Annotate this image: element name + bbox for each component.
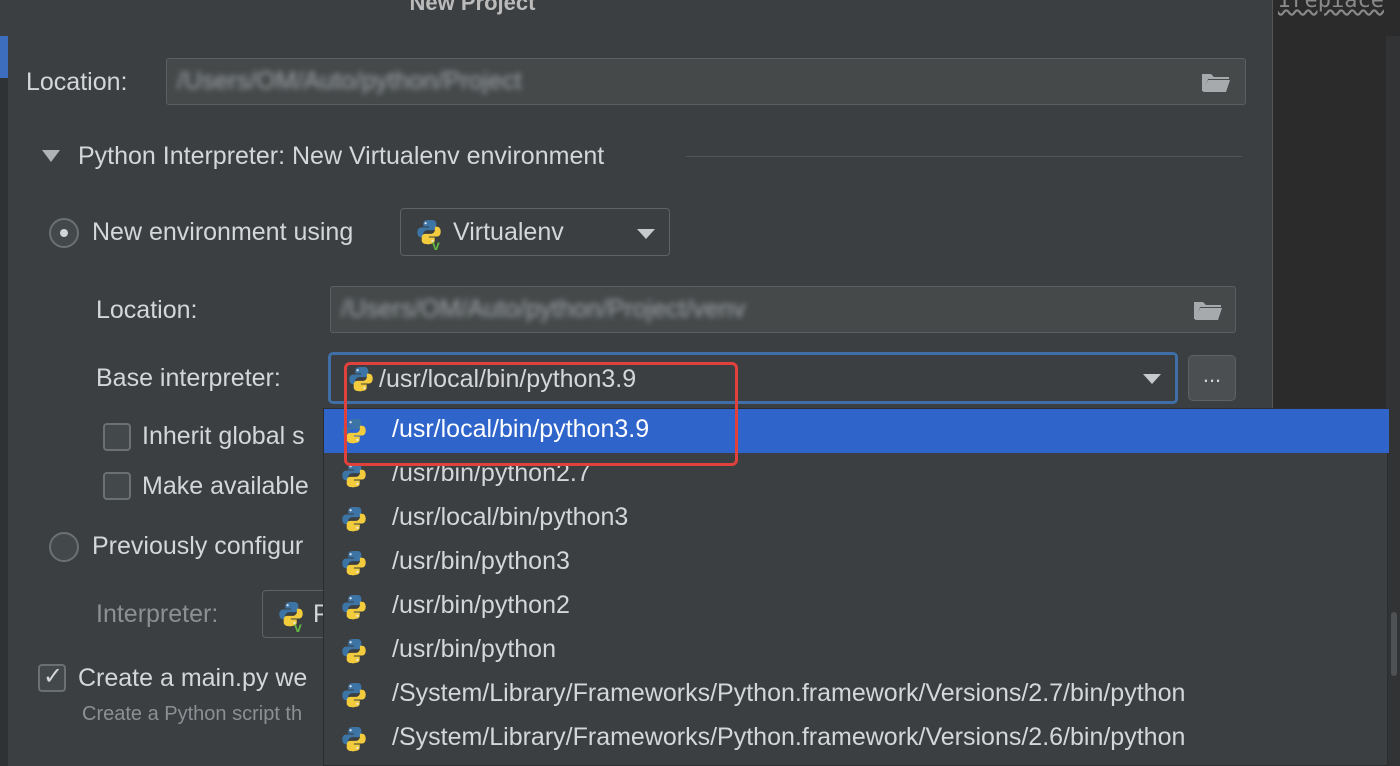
create-main-checkbox[interactable]	[38, 662, 66, 692]
dropdown-item[interactable]: /usr/local/bin/python3	[324, 497, 1389, 541]
dropdown-item-label: /usr/bin/python	[392, 635, 556, 663]
interpreter-label: Interpreter:	[96, 600, 219, 628]
new-environment-label: New environment using	[92, 218, 354, 246]
collapse-triangle-icon[interactable]	[42, 150, 60, 162]
python-icon	[340, 593, 368, 621]
virtualenv-badge-icon: v	[432, 237, 440, 253]
browse-interpreter-button[interactable]: ...	[1188, 355, 1236, 401]
venv-location-label: Location:	[96, 296, 198, 324]
folder-icon[interactable]	[1193, 299, 1223, 321]
dropdown-item-label: /usr/bin/python3	[392, 547, 570, 575]
folder-icon[interactable]	[1201, 71, 1231, 93]
dropdown-item[interactable]: /System/Library/Frameworks/Python.framew…	[324, 717, 1389, 761]
python-icon	[340, 505, 368, 533]
previously-configured-radio[interactable]	[49, 532, 79, 562]
dropdown-item-label: /System/Library/Frameworks/Python.framew…	[392, 723, 1186, 751]
project-location-field[interactable]: /Users/OM/Auto/python/Project	[166, 58, 1246, 105]
python-icon	[340, 681, 368, 709]
venv-location-field[interactable]: /Users/OM/Auto/python/Project/venv	[330, 286, 1236, 333]
create-main-hint: Create a Python script th	[82, 703, 303, 725]
python-icon	[340, 549, 368, 577]
chevron-down-icon	[1143, 374, 1161, 384]
dropdown-item-label: /System/Library/Frameworks/Python.framew…	[392, 679, 1186, 707]
dropdown-item-label: /usr/local/bin/python3	[392, 503, 629, 531]
make-available-checkbox[interactable]	[103, 472, 131, 500]
venv-location-value: /Users/OM/Auto/python/Project/venv	[341, 295, 746, 323]
selected-project-type-indicator	[0, 36, 8, 78]
dropdown-item[interactable]: /usr/bin/python2	[324, 585, 1389, 629]
base-interpreter-label: Base interpreter:	[96, 364, 281, 392]
python-icon	[340, 725, 368, 753]
editor-scroll-thumb[interactable]	[1391, 612, 1397, 676]
annotation-highlight-box	[344, 362, 738, 466]
section-divider	[686, 156, 1242, 157]
dropdown-item[interactable]: /usr/bin/python3	[324, 541, 1389, 585]
interpreter-section-title[interactable]: Python Interpreter: New Virtualenv envir…	[78, 142, 604, 171]
location-label: Location:	[26, 68, 128, 96]
previously-configured-label: Previously configur	[92, 532, 304, 560]
inherit-global-label: Inherit global s	[142, 422, 305, 450]
dropdown-item[interactable]: /System/Library/Frameworks/Python.framew…	[324, 673, 1389, 717]
make-available-label: Make available	[142, 472, 309, 500]
chevron-down-icon	[637, 229, 655, 239]
dialog-title: New Project	[409, 0, 536, 15]
virtualenv-badge-icon: v	[294, 619, 302, 635]
editor-code-text: Irepiace	[1278, 0, 1384, 13]
environment-tool-value: Virtualenv	[453, 218, 564, 246]
create-main-label: Create a main.py we	[78, 664, 308, 692]
dropdown-item[interactable]: /usr/bin/python	[324, 629, 1389, 673]
python-icon	[340, 637, 368, 665]
inherit-global-checkbox[interactable]	[103, 423, 131, 451]
dropdown-item-label: /usr/bin/python2	[392, 591, 570, 619]
new-environment-radio[interactable]	[49, 218, 79, 248]
project-location-value: /Users/OM/Auto/python/Project	[177, 67, 522, 95]
environment-tool-select[interactable]: v Virtualenv	[400, 208, 670, 256]
dialog-left-strip	[0, 36, 8, 766]
